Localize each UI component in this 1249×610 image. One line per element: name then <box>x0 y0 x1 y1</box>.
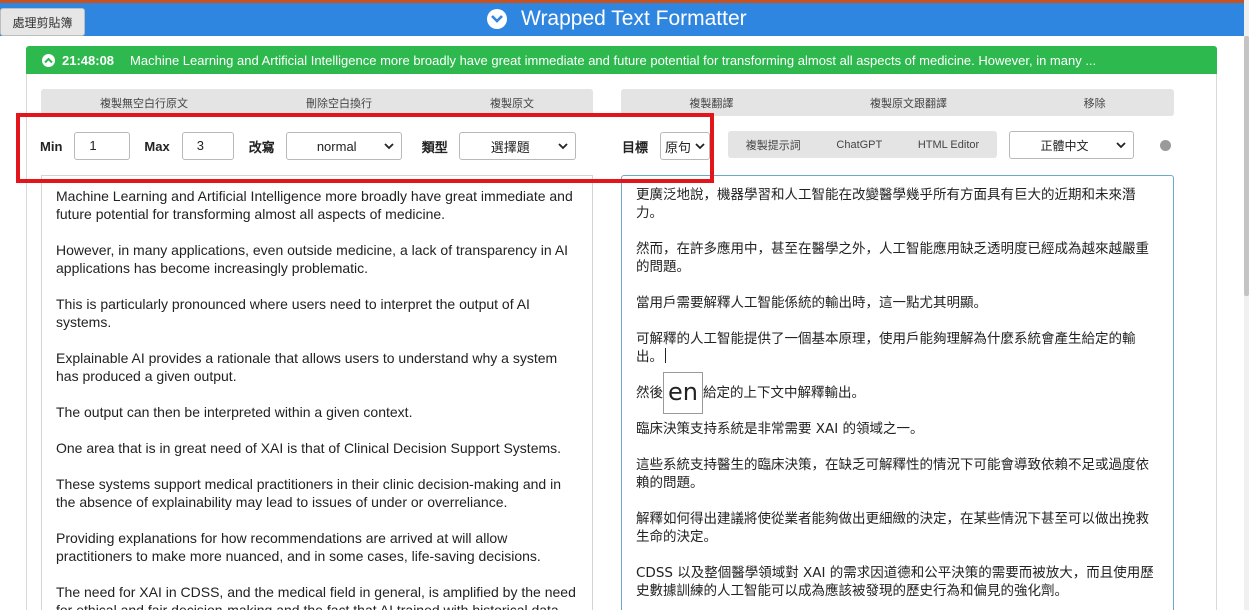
status-notice[interactable]: 21:48:08 Machine Learning and Artificial… <box>26 46 1217 74</box>
source-paragraph: However, in many applications, even outs… <box>56 242 569 276</box>
page-scrollbar-thumb[interactable] <box>1244 36 1249 296</box>
translation-paragraph: 然後 en 給定的上下文中解釋輸出。 <box>636 372 1159 414</box>
ime-indicator: en <box>663 372 703 414</box>
page-title: Wrapped Text Formatter <box>521 7 747 30</box>
translation-editor[interactable]: 更廣泛地說，機器學習和人工智能在改變醫學幾乎所有方面具有巨大的近期和未來潛力。 … <box>621 175 1174 610</box>
translation-paragraph: 更廣泛地說，機器學習和人工智能在改變醫學幾乎所有方面具有巨大的近期和未來潛力。 <box>636 187 1136 221</box>
translation-text: 可解釋的人工智能提供了一個基本原理，使用戶能夠理解為什麼系統會產生給定的輸出。 <box>636 331 1136 365</box>
globe-icon[interactable] <box>1160 140 1171 151</box>
source-paragraph: This is particularly pronounced where us… <box>56 296 530 330</box>
source-paragraph: One area that is in great need of XAI is… <box>56 440 562 456</box>
copy-translation-button[interactable]: 複製翻譯 <box>683 95 739 111</box>
translation-paragraph: 然而，在許多應用中，甚至在醫學之外，人工智能應用缺乏透明度已經成為越來越嚴重的問… <box>636 241 1149 275</box>
source-paragraph: The need for XAI in CDSS, and the medica… <box>56 584 576 610</box>
copy-original-and-translation-button[interactable]: 複製原文跟翻譯 <box>864 95 953 111</box>
source-paragraph: Machine Learning and Artificial Intellig… <box>56 188 573 222</box>
collapse-toggle-icon[interactable] <box>487 9 507 29</box>
highlight-box <box>16 113 714 183</box>
remove-blank-line-breaks-button[interactable]: 刪除空白換行 <box>300 95 378 111</box>
chatgpt-button[interactable]: ChatGPT <box>836 139 882 151</box>
copy-no-blank-lines-button[interactable]: 複製無空白行原文 <box>94 95 194 111</box>
chevron-down-icon <box>1116 142 1126 149</box>
language-select-value: 正體中文 <box>1040 138 1089 153</box>
translation-paragraph: 可解釋的人工智能提供了一個基本原理，使用戶能夠理解為什麼系統會產生給定的輸出。 <box>636 330 1159 366</box>
source-text-panel[interactable]: Machine Learning and Artificial Intellig… <box>41 175 593 610</box>
source-paragraph: Providing explanations for how recommend… <box>56 530 541 564</box>
translation-text: 給定的上下文中解釋輸出。 <box>702 385 865 401</box>
app-title-group: Wrapped Text Formatter <box>487 5 747 33</box>
translation-paragraph: 這些系統支持醫生的臨床決策，在缺乏可解釋性的情況下可能會導致依賴不足或過度依賴的… <box>636 457 1149 491</box>
text-cursor <box>665 348 666 363</box>
notice-time: 21:48:08 <box>62 52 115 68</box>
copy-original-button[interactable]: 複製原文 <box>484 95 540 111</box>
source-paragraph: Explainable AI provides a rationale that… <box>56 350 558 384</box>
translation-paragraph: 臨床決策支持系統是非常需要 XAI 的領域之一。 <box>636 421 924 437</box>
translation-paragraph: CDSS 以及整個醫學領域對 XAI 的需求因道德和公平決策的需要而被放大，而且… <box>636 565 1154 599</box>
source-paragraph: The output can then be interpreted withi… <box>56 404 413 420</box>
notice-message: Machine Learning and Artificial Intellig… <box>130 52 1097 68</box>
copy-prompt-button[interactable]: 複製提示詞 <box>746 137 801 153</box>
process-clipboard-button[interactable]: 處理剪貼簿 <box>0 8 85 36</box>
remove-button[interactable]: 移除 <box>1078 95 1112 111</box>
language-select[interactable]: 正體中文 <box>1009 131 1134 159</box>
html-editor-button[interactable]: HTML Editor <box>918 139 979 151</box>
source-paragraph: These systems support medical practition… <box>56 476 561 510</box>
translation-paragraph: 解釋如何得出建議將使從業者能夠做出更細緻的決定，在某些情況下甚至可以做出挽救生命… <box>636 511 1149 545</box>
chevron-up-icon[interactable] <box>42 53 55 67</box>
translation-text: 然後 <box>636 385 663 401</box>
prompt-button-group: 複製提示詞 ChatGPT HTML Editor <box>728 131 997 158</box>
translation-paragraph: 當用戶需要解釋人工智能係統的輸出時，這一點尤其明顯。 <box>636 295 987 311</box>
source-toolbar: 複製無空白行原文 刪除空白換行 複製原文 <box>41 89 593 116</box>
translation-toolbar: 複製翻譯 複製原文跟翻譯 移除 <box>621 89 1174 116</box>
